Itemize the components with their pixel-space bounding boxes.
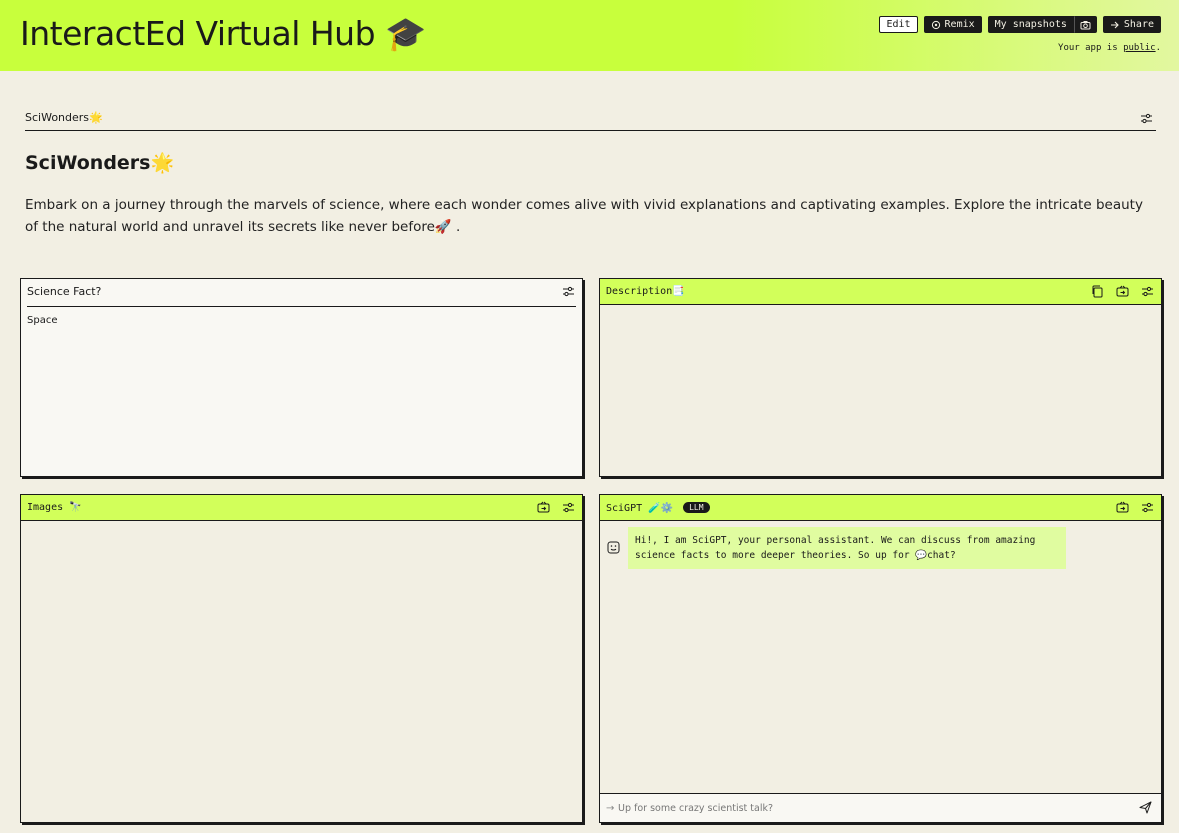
public-note-suffix: . xyxy=(1155,43,1161,53)
tab-row: SciWonders🌟 xyxy=(25,108,1156,131)
top-bar: InteractEd Virtual Hub 🎓 Edit Remix My s… xyxy=(0,0,1179,71)
scigpt-panel: SciGPT 🧪⚙️ LLM Hi!, I am SciGPT, your pe… xyxy=(599,494,1162,823)
regenerate-icon[interactable] xyxy=(1115,284,1130,299)
panel-header: Images 🔭 xyxy=(21,495,582,521)
app-title: InteractEd Virtual Hub 🎓 xyxy=(20,14,426,53)
chat-input-bar: → xyxy=(600,793,1161,822)
panel-title: Images 🔭 xyxy=(27,502,82,513)
sliders-icon[interactable] xyxy=(1140,500,1155,515)
panel-icons xyxy=(536,500,576,515)
panel-icons xyxy=(1090,284,1155,299)
send-icon[interactable] xyxy=(1138,800,1153,815)
panel-title: Science Fact? xyxy=(27,285,102,298)
llm-badge: LLM xyxy=(683,502,710,513)
public-note-prefix: Your app is xyxy=(1058,43,1118,53)
snapshots-group: My snapshots xyxy=(987,16,1097,33)
description-panel: Description📑 xyxy=(599,278,1162,477)
my-snapshots-button[interactable]: My snapshots xyxy=(987,16,1074,33)
panel-title: SciGPT 🧪⚙️ LLM xyxy=(606,502,710,514)
regenerate-icon[interactable] xyxy=(536,500,551,515)
panel-icons xyxy=(561,284,576,299)
regenerate-icon[interactable] xyxy=(1115,500,1130,515)
tab-sciwonders[interactable]: SciWonders🌟 xyxy=(25,111,103,124)
remix-icon xyxy=(931,20,940,29)
panel-icons xyxy=(1115,500,1155,515)
public-link[interactable]: public xyxy=(1123,43,1156,53)
arrow-right-icon: → xyxy=(606,803,615,814)
page-title: SciWonders🌟 xyxy=(25,152,175,174)
sliders-icon[interactable] xyxy=(1140,284,1155,299)
camera-icon xyxy=(1080,20,1091,29)
edit-button[interactable]: Edit xyxy=(879,16,918,33)
science-fact-value[interactable]: Space xyxy=(27,315,57,326)
arrow-right-icon xyxy=(1110,21,1119,28)
images-panel: Images 🔭 xyxy=(20,494,583,823)
panel-header: SciGPT 🧪⚙️ LLM xyxy=(600,495,1161,521)
remix-label: Remix xyxy=(944,19,975,30)
bot-avatar-icon xyxy=(607,541,620,554)
sliders-icon[interactable] xyxy=(561,500,576,515)
tab-settings-button[interactable] xyxy=(1139,111,1154,130)
panel-header: Description📑 xyxy=(600,279,1161,305)
science-fact-panel: Science Fact? Space xyxy=(20,278,583,477)
panel-header: Science Fact? xyxy=(21,279,582,305)
public-note: Your app is public. xyxy=(1058,43,1161,53)
copy-icon[interactable] xyxy=(1090,284,1105,299)
panel-title: Description📑 xyxy=(606,286,685,297)
chat-input[interactable] xyxy=(618,800,1118,816)
share-label: Share xyxy=(1123,19,1154,30)
assistant-message: Hi!, I am SciGPT, your personal assistan… xyxy=(628,527,1066,569)
scigpt-title: SciGPT 🧪⚙️ xyxy=(606,503,674,514)
sliders-icon xyxy=(1141,113,1152,124)
sliders-icon[interactable] xyxy=(561,284,576,299)
divider xyxy=(27,306,576,307)
camera-button[interactable] xyxy=(1073,16,1097,33)
share-button[interactable]: Share xyxy=(1102,16,1161,33)
page-description: Embark on a journey through the marvels … xyxy=(25,197,1143,235)
top-actions: Edit Remix My snapshots Share xyxy=(879,16,1161,33)
remix-button[interactable]: Remix xyxy=(923,16,982,33)
